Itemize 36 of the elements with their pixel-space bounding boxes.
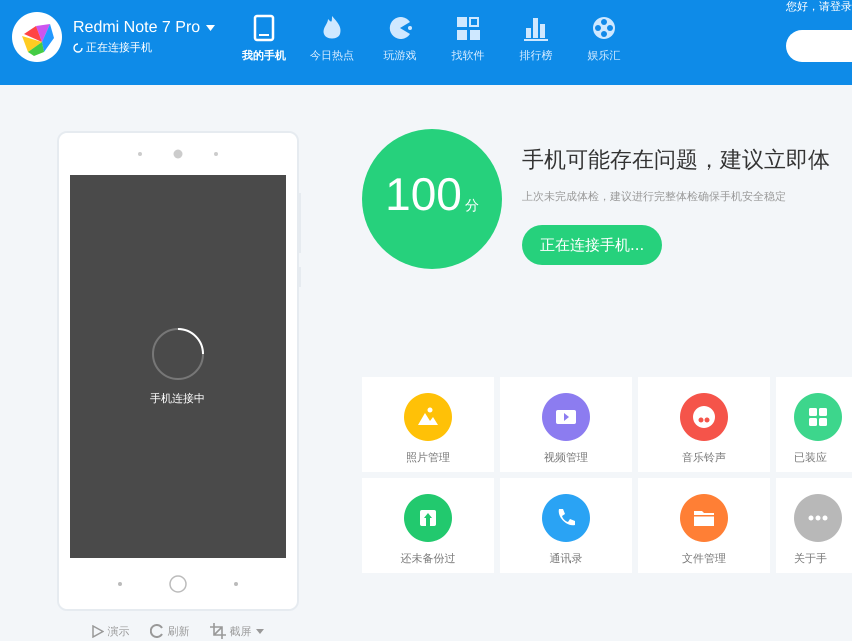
nav-tab[interactable]: 排行榜 bbox=[502, 14, 570, 63]
tool-tile[interactable]: 音乐铃声 bbox=[638, 377, 770, 472]
checkup-title: 手机可能存在问题，建议立即体 bbox=[522, 147, 830, 175]
tool-tile[interactable]: 关于手 bbox=[776, 478, 852, 573]
search-field[interactable] bbox=[786, 30, 852, 62]
nav-tab[interactable]: 玩游戏 bbox=[366, 14, 434, 63]
nav-tab[interactable]: 找软件 bbox=[434, 14, 502, 63]
demo-button[interactable]: 演示 bbox=[92, 623, 130, 639]
connect-button[interactable]: 正在连接手机... bbox=[522, 225, 662, 265]
loading-icon bbox=[73, 42, 83, 52]
loading-spinner-icon bbox=[150, 327, 204, 381]
grid-icon bbox=[454, 14, 482, 42]
login-link[interactable]: 您好，请登录 bbox=[786, 0, 852, 13]
device-selector[interactable]: Redmi Note 7 Pro bbox=[73, 19, 216, 37]
tool-tile[interactable]: 照片管理 bbox=[362, 377, 494, 472]
connection-status: 正在连接手机 bbox=[86, 40, 152, 55]
crop-icon bbox=[210, 623, 226, 639]
tool-tile[interactable]: 还未备份过 bbox=[362, 478, 494, 573]
tool-tile[interactable]: 通讯录 bbox=[500, 478, 632, 573]
nav-tab[interactable]: 今日热点 bbox=[298, 14, 366, 63]
film-reel-icon bbox=[590, 14, 618, 42]
tool-tile[interactable]: 文件管理 bbox=[638, 478, 770, 573]
screenshot-button[interactable]: 截屏 bbox=[210, 623, 264, 639]
screen-status: 手机连接中 bbox=[150, 391, 205, 406]
nav-tab[interactable]: 我的手机 bbox=[230, 14, 298, 63]
play-icon bbox=[92, 624, 104, 638]
app-logo-icon bbox=[12, 12, 62, 62]
caret-icon bbox=[206, 25, 216, 31]
tool-tile[interactable]: 已装应 bbox=[776, 377, 852, 472]
nav-tab[interactable]: 娱乐汇 bbox=[570, 14, 638, 63]
tool-tile[interactable]: 视频管理 bbox=[500, 377, 632, 472]
refresh-icon bbox=[150, 624, 164, 638]
checkup-subtitle: 上次未完成体检，建议进行完整体检确保手机安全稳定 bbox=[522, 189, 786, 204]
score-unit: 分 bbox=[464, 197, 479, 215]
refresh-button[interactable]: 刷新 bbox=[150, 623, 190, 639]
score-value: 100 bbox=[385, 171, 462, 217]
